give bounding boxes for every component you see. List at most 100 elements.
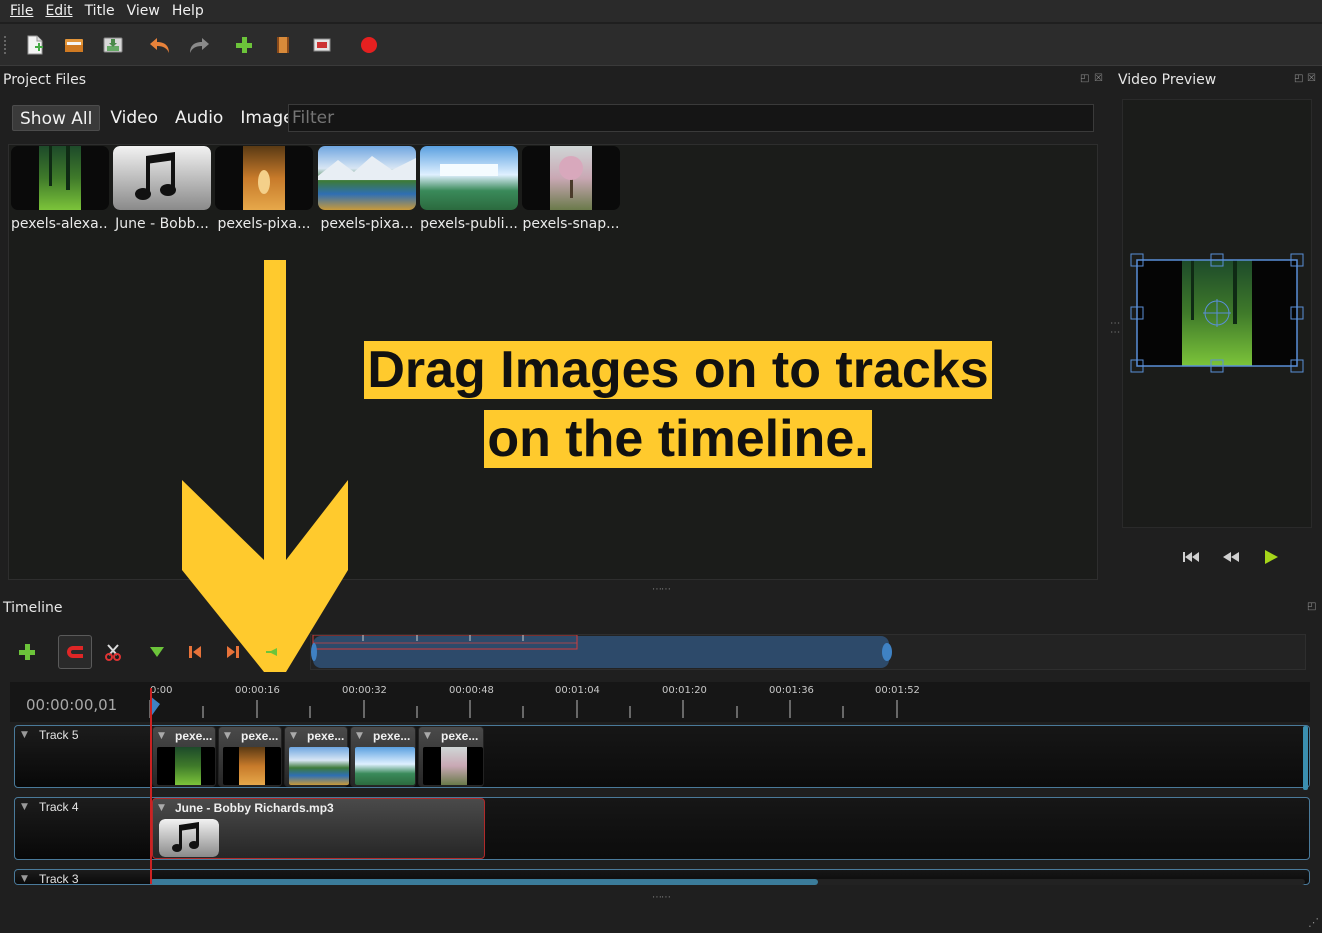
- dock-close-icon[interactable]: ☒: [1307, 73, 1316, 84]
- file-item[interactable]: June - Bobb...: [113, 146, 211, 232]
- file-label: pexels-pixa...: [320, 216, 414, 232]
- track-header[interactable]: ▼ Track 3: [15, 870, 151, 885]
- previous-marker-icon[interactable]: [178, 635, 212, 669]
- chevron-down-icon[interactable]: ▼: [356, 731, 363, 741]
- chevron-down-icon[interactable]: ▼: [158, 731, 165, 741]
- undo-icon[interactable]: [147, 32, 173, 58]
- project-files-title: Project Files: [3, 72, 87, 88]
- dock-close-icon[interactable]: ☒: [1094, 73, 1103, 84]
- new-project-icon[interactable]: [22, 32, 48, 58]
- video-preview-canvas[interactable]: [1122, 99, 1312, 528]
- track-header[interactable]: ▼ Track 4: [15, 798, 151, 859]
- add-marker-icon[interactable]: [140, 635, 174, 669]
- clip-title: pexe...: [441, 729, 479, 743]
- chevron-down-icon[interactable]: ▼: [424, 731, 431, 741]
- track-4[interactable]: ▼ Track 4 ▼ June - Bobby Richards.mp3: [14, 797, 1310, 860]
- chevron-down-icon[interactable]: ▼: [21, 874, 28, 884]
- timeline-zoom-overview[interactable]: [310, 634, 1306, 670]
- jump-start-icon[interactable]: [1180, 546, 1202, 568]
- timeline-clip[interactable]: ▼ pexe...: [284, 726, 349, 787]
- file-item[interactable]: pexels-pixa...: [318, 146, 416, 232]
- clip-title: pexe...: [307, 729, 345, 743]
- caption-line-1: Drag Images on to tracks: [364, 341, 992, 399]
- save-project-icon[interactable]: [100, 32, 126, 58]
- timeline-clip[interactable]: ▼ pexe...: [218, 726, 282, 787]
- clip-thumbnail: [223, 747, 281, 785]
- track-name: Track 4: [39, 800, 79, 814]
- rewind-icon[interactable]: [1220, 546, 1242, 568]
- choose-profile-icon[interactable]: [270, 32, 296, 58]
- file-item[interactable]: pexels-snap...: [522, 146, 620, 232]
- center-playhead-icon[interactable]: [254, 635, 288, 669]
- track-header[interactable]: ▼ Track 5: [15, 726, 151, 787]
- clip-thumbnail: [289, 747, 349, 785]
- file-thumbnail-forest: [11, 146, 109, 210]
- add-track-icon[interactable]: [10, 635, 44, 669]
- file-label: pexels-alexa...: [11, 216, 109, 232]
- timeline-clip[interactable]: ▼ pexe...: [350, 726, 416, 787]
- splitter-handle[interactable]: ⋮⋮: [1109, 318, 1120, 336]
- timeline-ruler[interactable]: 00:00:00,01 0:00 00:00:16 00:00:32 00:00…: [10, 682, 1310, 722]
- chevron-down-icon[interactable]: ▼: [290, 731, 297, 741]
- file-label: pexels-publi...: [420, 216, 518, 232]
- file-label: pexels-pixa...: [217, 216, 311, 232]
- track-5[interactable]: ▼ Track 5 ▼ pexe... ▼ pexe... ▼ pexe... …: [14, 725, 1310, 788]
- clip-title: pexe...: [373, 729, 411, 743]
- project-files-filter-tabs: Show All Video Audio Image: [12, 104, 304, 132]
- chevron-down-icon[interactable]: ▼: [224, 731, 231, 741]
- dock-float-icon[interactable]: ◰: [1294, 73, 1303, 84]
- fullscreen-icon[interactable]: [309, 32, 335, 58]
- playhead-line[interactable]: [150, 688, 152, 884]
- file-thumbnail-tree: [522, 146, 620, 210]
- chevron-down-icon[interactable]: ▼: [21, 802, 28, 812]
- timeline-vertical-scrollbar[interactable]: [1303, 726, 1308, 790]
- track-name: Track 3: [39, 872, 79, 885]
- caption-line-2: on the timeline.: [484, 410, 872, 468]
- import-files-icon[interactable]: [231, 32, 257, 58]
- file-item[interactable]: pexels-alexa...: [11, 146, 109, 232]
- video-preview-title: Video Preview: [1118, 72, 1217, 88]
- menu-help[interactable]: Help: [168, 3, 212, 19]
- menu-bar: File Edit Title View Help: [0, 0, 1322, 22]
- timeline-horizontal-scrollbar[interactable]: [150, 879, 1305, 885]
- tab-video[interactable]: Video: [103, 105, 165, 131]
- export-video-icon[interactable]: [356, 32, 382, 58]
- scrollbar-thumb[interactable]: [150, 879, 818, 885]
- timeline-toolbar: [10, 632, 292, 672]
- tab-show-all[interactable]: Show All: [12, 105, 101, 131]
- preview-frame: [1130, 253, 1304, 373]
- snapping-magnet-icon[interactable]: [58, 635, 92, 669]
- toolbar-grip[interactable]: [4, 35, 8, 54]
- audio-note-icon: [159, 819, 219, 857]
- chevron-down-icon[interactable]: ▼: [21, 730, 28, 740]
- preview-controls: [1180, 546, 1282, 568]
- menu-title[interactable]: Title: [81, 3, 123, 19]
- splitter-handle[interactable]: ⋯⋯: [652, 584, 671, 595]
- file-label: June - Bobb...: [115, 216, 209, 232]
- file-thumbnail-lake: [318, 146, 416, 210]
- file-label: pexels-snap...: [522, 216, 620, 232]
- tab-audio[interactable]: Audio: [168, 105, 230, 131]
- audio-clip[interactable]: ▼ June - Bobby Richards.mp3: [152, 798, 485, 859]
- file-thumbnail-audio: [113, 146, 211, 210]
- dock-float-icon[interactable]: ◰: [1080, 73, 1089, 84]
- file-item[interactable]: pexels-publi...: [420, 146, 518, 232]
- timeline-clip[interactable]: ▼ pexe...: [418, 726, 484, 787]
- splitter-handle[interactable]: ⋯⋯: [652, 892, 671, 903]
- filter-input[interactable]: [288, 104, 1094, 132]
- chevron-down-icon[interactable]: ▼: [158, 803, 165, 813]
- clip-title: pexe...: [175, 729, 213, 743]
- open-project-icon[interactable]: [61, 32, 87, 58]
- timeline-clip[interactable]: ▼ pexe...: [152, 726, 216, 787]
- resize-grip-icon[interactable]: ⋰: [1308, 916, 1319, 929]
- dock-float-icon[interactable]: ◰: [1307, 601, 1316, 612]
- menu-file[interactable]: File: [6, 3, 41, 19]
- razor-scissors-icon[interactable]: [96, 635, 130, 669]
- file-item[interactable]: pexels-pixa...: [215, 146, 313, 232]
- menu-view[interactable]: View: [123, 3, 168, 19]
- clip-title: pexe...: [241, 729, 279, 743]
- play-icon[interactable]: [1260, 546, 1282, 568]
- redo-icon[interactable]: [186, 32, 212, 58]
- next-marker-icon[interactable]: [216, 635, 250, 669]
- menu-edit[interactable]: Edit: [41, 3, 80, 19]
